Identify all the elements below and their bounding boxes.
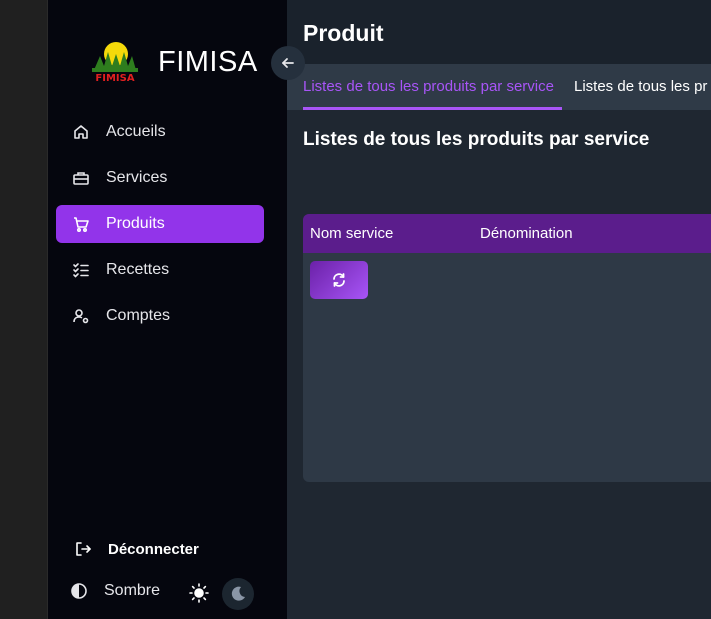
sidebar-item-comptes[interactable]: Comptes xyxy=(56,297,264,335)
user-settings-icon xyxy=(72,307,90,325)
tab-tous-les-produits[interactable]: Listes de tous les pr xyxy=(574,78,707,95)
sidebar-item-services[interactable]: Services xyxy=(56,159,264,197)
theme-switcher: Sombre xyxy=(70,578,260,610)
sidebar-item-produits[interactable]: Produits xyxy=(56,205,264,243)
sidebar-nav: Accueils Services Produits Recettes Comp… xyxy=(56,113,264,343)
top-bar: Produit xyxy=(287,0,711,64)
sidebar: FIMISA FIMISA Accueils Services Produits… xyxy=(48,0,305,619)
active-tab-indicator xyxy=(303,107,562,110)
home-icon xyxy=(72,123,90,141)
svg-text:FIMISA: FIMISA xyxy=(95,73,134,84)
sidebar-item-recettes[interactable]: Recettes xyxy=(56,251,264,289)
table-header: Nom service Dénomination xyxy=(303,214,711,253)
sidebar-item-label: Recettes xyxy=(106,261,170,278)
brand-name: FIMISA xyxy=(158,45,258,78)
brand[interactable]: FIMISA FIMISA xyxy=(88,40,258,84)
checklist-icon xyxy=(72,261,90,279)
refresh-button[interactable] xyxy=(310,261,368,299)
column-header-nom-service[interactable]: Nom service xyxy=(310,225,393,242)
logout-label: Déconnecter xyxy=(108,540,199,558)
tab-bar: Listes de tous les produits par service … xyxy=(287,64,711,110)
refresh-icon xyxy=(331,272,347,288)
tab-produits-par-service[interactable]: Listes de tous les produits par service xyxy=(303,78,554,95)
sidebar-item-label: Comptes xyxy=(106,307,171,324)
fimisa-logo: FIMISA xyxy=(88,40,142,84)
dark-mode-toggle[interactable] xyxy=(222,578,254,610)
page-title: Produit xyxy=(303,20,384,46)
sidebar-item-label: Services xyxy=(106,169,168,186)
contrast-icon xyxy=(70,582,88,600)
arrow-left-icon xyxy=(280,55,296,71)
collapse-sidebar-button[interactable] xyxy=(271,46,305,80)
sidebar-item-accueils[interactable]: Accueils xyxy=(56,113,264,151)
section-title: Listes de tous les produits par service xyxy=(303,129,650,150)
sidebar-item-label: Produits xyxy=(106,215,165,232)
moon-icon xyxy=(229,585,247,603)
sun-icon[interactable] xyxy=(188,582,210,604)
sidebar-item-label: Accueils xyxy=(106,123,166,140)
logout-button[interactable]: Déconnecter xyxy=(74,540,199,558)
logout-icon xyxy=(74,540,92,558)
window-backdrop xyxy=(0,0,48,619)
briefcase-icon xyxy=(72,169,90,187)
products-table: Nom service Dénomination xyxy=(303,214,711,482)
theme-label: Sombre xyxy=(104,582,161,599)
column-header-denomination[interactable]: Dénomination xyxy=(480,225,573,242)
cart-icon xyxy=(72,215,90,233)
main-content: Produit Listes de tous les produits par … xyxy=(287,0,711,619)
